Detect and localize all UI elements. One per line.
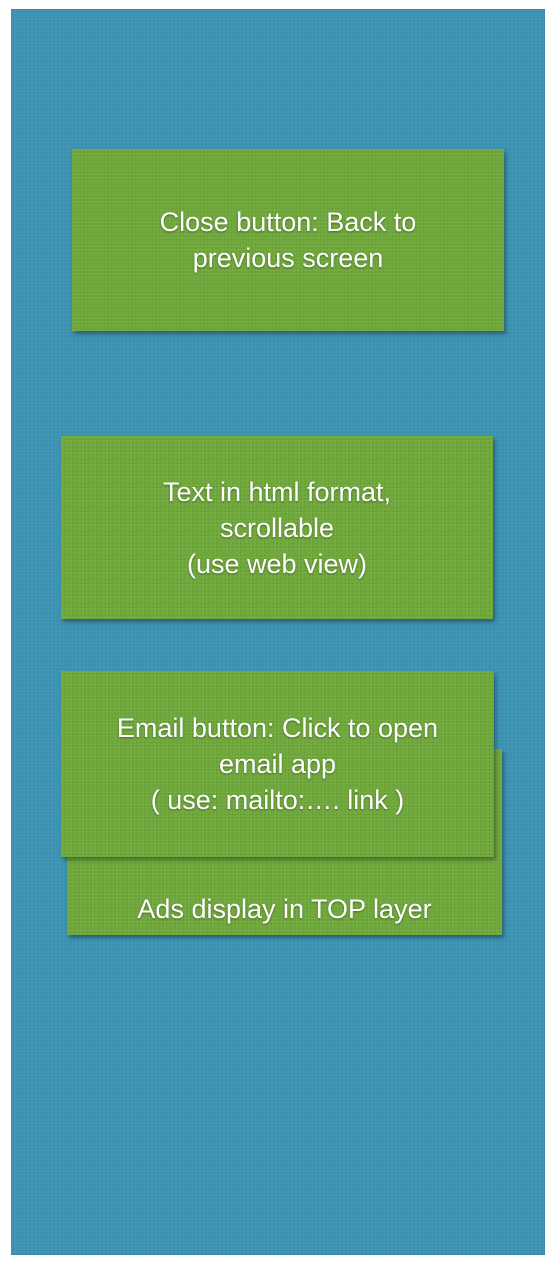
screen-canvas: Close button: Back to previous screen Te… — [11, 9, 545, 1255]
note-line: Email button: Click to open — [116, 713, 439, 743]
note-line: ( use: mailto:…. link ) — [150, 785, 405, 815]
note-line: email app — [218, 749, 337, 779]
note-line: scrollable — [219, 512, 335, 543]
note-line: Text in html format, — [162, 476, 392, 507]
note-line: previous screen — [192, 243, 384, 273]
note-line: Ads display in TOP layer — [137, 894, 432, 924]
note-line: (use web view) — [186, 548, 368, 579]
email-button-note: Email button: Click to open email app ( … — [61, 671, 494, 857]
note-line: Close button: Back to — [159, 207, 417, 237]
html-text-note: Text in html format, scrollable (use web… — [61, 436, 493, 619]
close-button-note: Close button: Back to previous screen — [72, 149, 504, 331]
